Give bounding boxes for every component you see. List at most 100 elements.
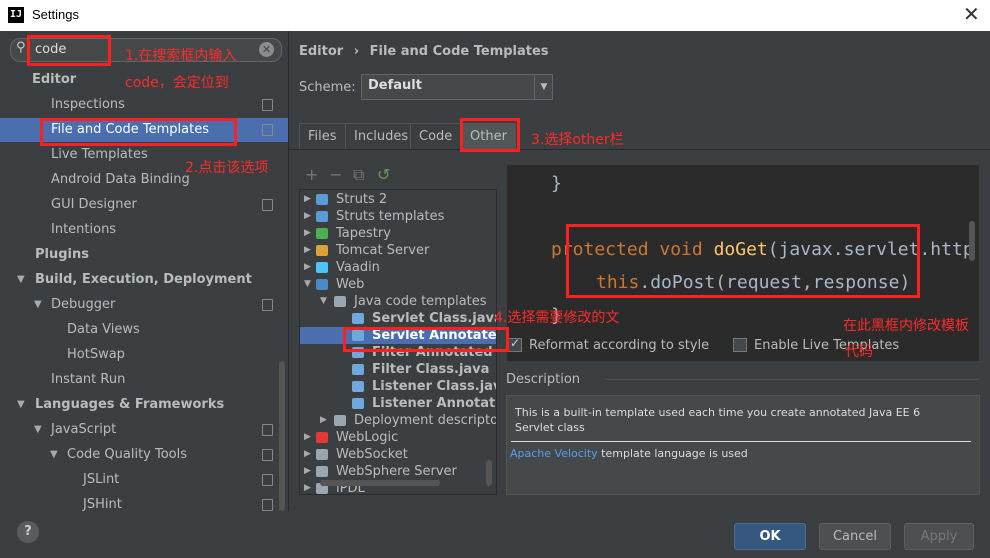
sidebar-item[interactable]: Inspections (0, 93, 288, 117)
cancel-button[interactable]: Cancel (819, 523, 891, 550)
sidebar-item[interactable]: Intentions (0, 218, 288, 242)
expand-arrow-icon[interactable]: ▼ (34, 293, 42, 317)
breadcrumb-current: File and Code Templates (369, 44, 549, 59)
ok-button[interactable]: OK (734, 523, 806, 550)
template-item[interactable]: ▶ WebLogic (300, 429, 496, 446)
sidebar-item[interactable]: ▼ JavaScript (0, 418, 288, 442)
window-title: Settings (32, 7, 79, 22)
tab-files[interactable]: Files (299, 123, 346, 150)
sidebar-item[interactable]: ▼ Languages & Frameworks (0, 393, 288, 417)
template-item[interactable]: Listener Annotated Class.java (300, 395, 496, 412)
remove-icon[interactable]: − (329, 165, 342, 184)
sidebar-item-label: GUI Designer (51, 197, 137, 212)
breadcrumb-editor[interactable]: Editor (299, 44, 343, 59)
expand-arrow-icon[interactable]: ▶ (304, 463, 311, 480)
annotation-box (40, 118, 237, 146)
breadcrumb-separator: › (353, 44, 360, 59)
sidebar-item[interactable]: Plugins (0, 243, 288, 267)
reformat-checkbox[interactable]: ✓ (508, 336, 522, 352)
expand-arrow-icon[interactable]: ▶ (304, 208, 311, 225)
expand-arrow-icon[interactable]: ▶ (304, 225, 311, 242)
expand-arrow-icon[interactable]: ▼ (320, 293, 327, 310)
template-label: Tapestry (336, 226, 391, 241)
template-item[interactable]: ▼ Java code templates (300, 293, 496, 310)
sidebar-item[interactable]: ▼ Build, Execution, Deployment (0, 268, 288, 292)
expand-arrow-icon[interactable]: ▶ (304, 191, 311, 208)
code-line: } (551, 173, 562, 194)
template-label: Filter Class.java (372, 362, 490, 377)
java-file-icon (352, 313, 364, 324)
sidebar-item[interactable]: Data Views (0, 318, 288, 342)
live-templates-checkbox[interactable] (733, 338, 747, 352)
apache-velocity-link[interactable]: Apache Velocity (510, 447, 598, 460)
tapestry-icon (316, 228, 328, 239)
template-item[interactable]: Servlet Class.java (300, 310, 496, 327)
template-item[interactable]: ▶ WebSphere Server (300, 463, 496, 480)
copy-icon[interactable]: ⧉ (353, 165, 364, 185)
reformat-label[interactable]: Reformat according to style (529, 338, 709, 353)
template-label: Servlet Class.java (372, 311, 497, 326)
sidebar-item-label: Debugger (51, 297, 116, 312)
sidebar-item[interactable]: JSLint (0, 468, 288, 492)
template-item[interactable]: ▶ Deployment descriptors (300, 412, 496, 429)
reset-icon[interactable]: ↺ (377, 165, 390, 184)
description-divider (606, 379, 979, 380)
sidebar-item-label: Build, Execution, Deployment (35, 272, 252, 287)
sidebar-scrollbar[interactable] (279, 361, 285, 511)
sidebar-item[interactable]: HotSwap (0, 343, 288, 367)
live-templates-label[interactable]: Enable Live Templates (754, 338, 899, 353)
expand-arrow-icon[interactable]: ▶ (304, 446, 311, 463)
project-settings-icon (262, 474, 273, 486)
template-label: Java code templates (354, 294, 487, 309)
expand-arrow-icon[interactable]: ▶ (304, 480, 311, 494)
search-icon: ⚲ (16, 40, 26, 55)
template-item[interactable]: ▼ Web (300, 276, 496, 293)
sidebar-item[interactable]: Instant Run (0, 368, 288, 392)
expand-arrow-icon[interactable]: ▼ (50, 443, 58, 467)
sidebar-item-label: Code Quality Tools (67, 447, 188, 462)
sidebar-item[interactable]: ▼ Code Quality Tools (0, 443, 288, 467)
template-item[interactable]: Filter Class.java (300, 361, 496, 378)
expand-arrow-icon[interactable]: ▼ (304, 276, 311, 293)
template-vscrollbar[interactable] (486, 460, 492, 486)
template-item[interactable]: ▶ WebSocket (300, 446, 496, 463)
description-separator (511, 441, 971, 442)
template-hscrollbar[interactable] (320, 480, 440, 486)
project-settings-icon (262, 99, 273, 111)
template-item[interactable]: ▶ Tapestry (300, 225, 496, 242)
scheme-label: Scheme: (299, 80, 356, 95)
project-settings-icon (262, 299, 273, 311)
chevron-down-icon[interactable]: ▼ (534, 75, 553, 99)
editor-scrollbar[interactable] (969, 221, 975, 261)
annotation-step4: 4.选择需要修改的文 (494, 310, 620, 326)
vaadin-icon (316, 262, 328, 273)
help-icon[interactable]: ? (17, 521, 39, 543)
expand-arrow-icon[interactable]: ▶ (320, 412, 327, 429)
expand-arrow-icon[interactable]: ▼ (17, 393, 25, 417)
close-icon[interactable]: ✕ (963, 2, 980, 26)
sidebar-item[interactable]: ▼ Debugger (0, 293, 288, 317)
expand-arrow-icon[interactable]: ▼ (17, 268, 25, 292)
gear-icon (316, 194, 328, 205)
template-item[interactable]: ▶ Struts 2 (300, 191, 496, 208)
apply-button[interactable]: Apply (904, 523, 974, 550)
sidebar-item-label: Data Views (67, 322, 140, 337)
tab-includes[interactable]: Includes (345, 123, 418, 150)
sidebar-item[interactable]: GUI Designer (0, 193, 288, 217)
scheme-select[interactable]: Default ▼ (361, 74, 553, 100)
expand-arrow-icon[interactable]: ▶ (304, 259, 311, 276)
expand-arrow-icon[interactable]: ▶ (304, 429, 311, 446)
template-label: Struts templates (336, 209, 445, 224)
tab-code[interactable]: Code (410, 123, 462, 150)
clear-search-icon[interactable]: ✕ (259, 42, 274, 57)
template-item[interactable]: ▶ Tomcat Server (300, 242, 496, 259)
annotation-box (343, 327, 509, 352)
expand-arrow-icon[interactable]: ▼ (34, 418, 42, 442)
template-item[interactable]: Listener Class.java (300, 378, 496, 395)
template-item[interactable]: ▶ Struts templates (300, 208, 496, 225)
sidebar-item-label: Live Templates (51, 147, 148, 162)
expand-arrow-icon[interactable]: ▶ (304, 242, 311, 259)
annotation-step2: 2.点击该选项 (185, 160, 269, 176)
template-item[interactable]: ▶ Vaadin (300, 259, 496, 276)
add-icon[interactable]: + (305, 165, 318, 184)
